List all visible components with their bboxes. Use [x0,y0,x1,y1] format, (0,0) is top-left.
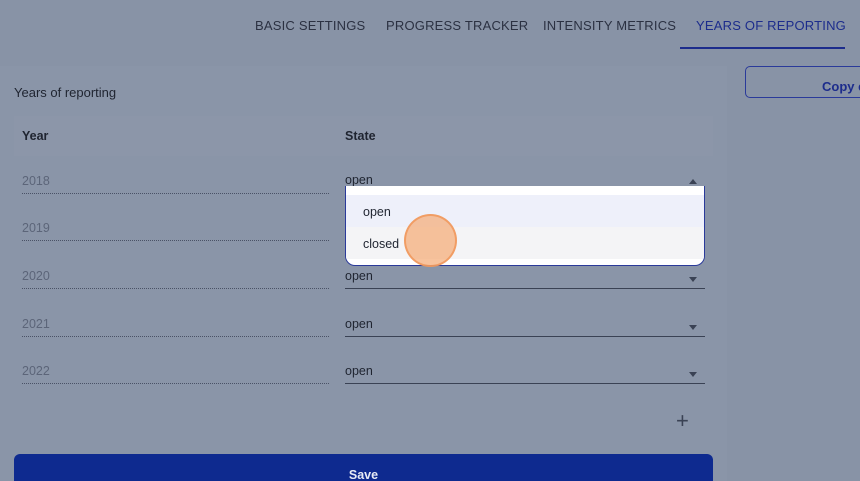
save-button[interactable]: Save [14,454,713,481]
caret-down-icon [689,372,697,377]
state-value: open [345,173,373,187]
copy-button[interactable]: Copy e [745,66,860,98]
year-field-2019[interactable]: 2019 [22,217,329,241]
caret-down-icon [689,325,697,330]
year-field-2020[interactable]: 2020 [22,265,329,289]
dropdown-option-closed[interactable]: closed [346,227,704,259]
plus-icon[interactable]: + [676,410,689,432]
tab-intensity-metrics[interactable]: INTENSITY METRICS [543,18,676,33]
state-select-2022[interactable]: open [345,360,705,384]
tab-progress-tracker[interactable]: PROGRESS TRACKER [386,18,528,33]
active-tab-indicator [680,47,845,49]
tab-years-of-reporting[interactable]: YEARS OF REPORTING [696,18,846,33]
tab-basic-settings[interactable]: BASIC SETTINGS [255,18,365,33]
state-select-2020[interactable]: open [345,265,705,289]
caret-up-icon [689,179,697,184]
section-title: Years of reporting [14,85,117,100]
column-header-year: Year [22,129,49,143]
dropdown-option-open[interactable]: open [346,195,704,227]
year-field-2022[interactable]: 2022 [22,360,329,384]
state-dropdown-menu: open closed [345,186,705,266]
year-field-2018[interactable]: 2018 [22,170,329,194]
caret-down-icon [689,277,697,282]
state-value: open [345,269,373,283]
click-indicator [404,214,457,267]
state-select-2021[interactable]: open [345,313,705,337]
state-value: open [345,317,373,331]
state-value: open [345,364,373,378]
column-header-state: State [345,129,376,143]
top-navigation: BASIC SETTINGS PROGRESS TRACKER INTENSIT… [0,0,860,50]
year-field-2021[interactable]: 2021 [22,313,329,337]
